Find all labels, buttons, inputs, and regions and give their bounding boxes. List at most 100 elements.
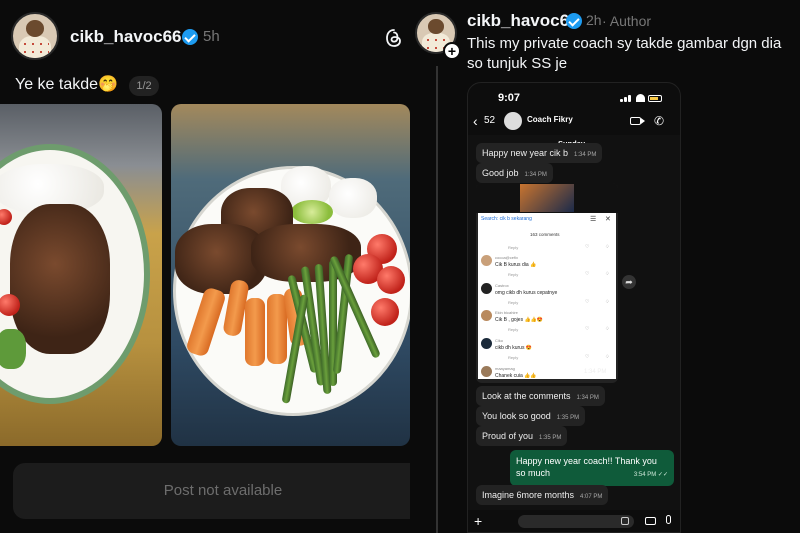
message-text: Good job [482,168,519,178]
verified-icon [566,13,582,29]
commenter-avatar [481,366,492,377]
chat-message[interactable]: Imagine 6more months 4:07 PM [476,485,609,505]
dislike-icon: ♢ [605,271,610,277]
signal-icon [620,99,623,102]
comment-reply: Reply [508,300,519,305]
contact-name[interactable]: Coach Fikry [527,115,573,124]
commenter-name: maayamag [495,366,515,371]
forward-icon[interactable]: ➦ [622,275,636,289]
shared-screenshot-message[interactable]: Search: cik b sekarang ☰ ✕ 163 comments … [476,183,618,383]
phone-call-icon[interactable]: ✆ [654,114,664,128]
signal-icon [624,97,627,102]
chat-message[interactable]: Happy new year cik b 1:34 PM [476,143,603,163]
signal-icon [628,95,631,102]
message-time: 1:34 PM [524,172,547,178]
post-text: Ye ke takde🤭 [15,76,118,93]
message-time: 1:35 PM [539,435,562,441]
comment-text: Chanek cuia 👍👍 [495,373,537,379]
carousel-counter: 1/2 [129,76,159,96]
comment-reply: Reply [508,355,519,360]
microphone-icon[interactable] [666,515,671,524]
chicken [10,204,110,354]
author-username[interactable]: cikb_havoc66 [70,27,182,47]
comment-text: Cik B , gojes 👍👍😍 [495,317,544,323]
tomato [377,266,405,294]
avatar-face [428,19,444,34]
message-input[interactable] [518,515,634,528]
status-bar-icons [620,94,664,102]
author-label: · Author [602,13,652,29]
message-input-bar: + [468,510,680,532]
attach-plus-icon[interactable]: + [474,513,482,529]
comments-sheet: Search: cik b sekarang ☰ ✕ 163 comments … [478,213,616,379]
carrot [245,298,265,366]
sticker-icon[interactable] [621,517,629,525]
message-text: Proud of you [482,431,534,441]
commenter-avatar [481,338,492,349]
wifi-icon [636,94,645,102]
chat-header: ‹ 52 Coach Fikry ✆ [468,109,680,135]
reply-text: This my private coach sy takde gambar dg… [467,35,782,72]
lime [291,200,333,224]
unread-count: 52 [484,115,496,126]
chat-message[interactable]: Good job 1:34 PM [476,163,553,183]
food-photo-1[interactable] [0,104,162,446]
dislike-icon: ♢ [605,299,610,305]
reply-username[interactable]: cikb_havoc66 [467,11,579,31]
avatar-pattern [20,39,50,58]
camera-icon[interactable] [645,517,656,525]
message-time: 3:54 PM ✓✓ [633,472,668,478]
thread-connector-line [436,66,438,533]
message-time: 4:07 PM [580,494,603,500]
commenter-name: Ekin bicahire [495,310,518,315]
commenter-name: Castrox [495,283,509,288]
status-bar-time: 9:07 [498,92,521,104]
like-icon: ♡ [585,326,590,332]
video-call-icon[interactable] [630,117,645,125]
chat-message[interactable]: Look at the comments 1:34 PM [476,386,605,406]
dislike-icon: ♢ [605,326,610,332]
comment-text: omg cikb dh kurus cepatnye [495,290,558,296]
post-unavailable-notice: Post not available [13,463,410,519]
left-thread-post: cikb_havoc66 5h Ye ke takde🤭 1/2 Post no… [0,0,410,533]
lettuce [0,329,26,369]
comment-reply: Reply [508,327,519,332]
message-time: 1:34 PM [574,152,597,158]
food-photo-2[interactable] [171,104,410,446]
message-text: Imagine 6more months [482,490,575,500]
dislike-icon: ♢ [605,244,610,250]
comment-text: cikb dh kurus 😍 [495,345,533,351]
message-text: You look so good [482,411,551,421]
message-time: 1:35 PM [556,415,580,421]
video-thumbnail [520,184,574,212]
back-chevron-icon[interactable]: ‹ [473,113,478,129]
carrot [267,294,287,364]
message-time: 1:34 PM [584,369,607,375]
battery-icon [648,95,662,102]
commenter-name: cocoa@cefix [495,255,518,260]
commenter-avatar [481,310,492,321]
like-icon: ♡ [585,244,590,250]
contact-avatar[interactable] [504,112,522,130]
threads-logo-icon[interactable] [384,28,404,48]
avatar-face [26,20,44,37]
chat-message[interactable]: You look so good 1:35 PM [476,406,586,426]
message-text: Look at the comments [482,391,571,401]
follow-plus-icon[interactable]: + [443,42,461,60]
verified-icon [182,29,198,45]
reply-time: 2h [586,12,602,28]
commenter-avatar [481,255,492,266]
post-time: 5h [203,28,220,45]
message-text: Happy new year cik b [482,148,569,158]
like-icon: ♡ [585,271,590,277]
chat-screenshot[interactable]: 9:07 ‹ 52 Coach Fikry ✆ Sunday Happy new… [467,82,681,533]
comment-text: Cik B kurus dia 👍 [495,262,537,268]
chat-message[interactable]: Proud of you 1:35 PM [476,426,568,446]
author-avatar[interactable] [11,12,59,60]
comments-search: Search: cik b sekarang [481,216,532,222]
rice [329,178,377,218]
outgoing-message[interactable]: Happy new year coach!! Thank you so much… [510,450,674,486]
commenter-name: Ciko [495,338,504,343]
tomato [371,298,399,326]
dislike-icon: ♢ [605,354,610,360]
